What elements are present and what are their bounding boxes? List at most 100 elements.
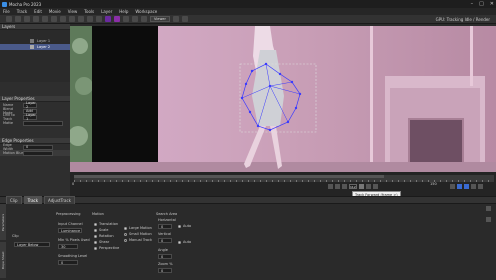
key-delete-icon[interactable] xyxy=(471,184,476,189)
smoothing-field[interactable]: 0 xyxy=(58,260,78,265)
parameters-tabbar: Clip Track AdjustTrack xyxy=(0,195,496,205)
stabilize-icon[interactable] xyxy=(172,16,179,22)
manual-track-label: Manual Track xyxy=(129,238,152,242)
vertical-field[interactable]: 0 xyxy=(158,238,172,243)
menu-bar: File Track Edit Movie View Tools Layer H… xyxy=(0,8,496,15)
panel-side-icons xyxy=(486,206,491,222)
visibility-icon[interactable] xyxy=(30,39,34,43)
horizontal-label: Horizontal xyxy=(158,218,176,222)
show-spline-icon[interactable] xyxy=(132,16,138,22)
key-loop-icon[interactable] xyxy=(478,184,483,189)
pan-tool-icon[interactable] xyxy=(15,16,21,22)
layers-list: Layer 1 Layer 2 xyxy=(0,30,70,82)
pin-icon[interactable] xyxy=(486,206,491,211)
pick-tool-icon[interactable] xyxy=(6,16,12,22)
rectangle-tool-icon[interactable] xyxy=(60,16,66,22)
motion-blur-field[interactable] xyxy=(23,150,53,156)
frame-out: 150 xyxy=(430,182,437,186)
track-forward-icon[interactable] xyxy=(359,184,364,189)
play-forward-icon[interactable] xyxy=(366,184,371,189)
key-add-icon[interactable] xyxy=(457,184,462,189)
show-layer-icon[interactable] xyxy=(123,16,129,22)
viewer-canvas[interactable] xyxy=(70,26,496,172)
menu-tools[interactable]: Tools xyxy=(84,9,94,14)
view-mode-dropdown[interactable]: Viewer xyxy=(150,16,170,22)
app-icon xyxy=(2,1,7,7)
horizontal-auto-label: Auto xyxy=(183,224,192,228)
menu-help[interactable]: Help xyxy=(119,9,128,14)
track-backward-icon[interactable] xyxy=(328,184,333,189)
close-icon[interactable]: ✕ xyxy=(490,1,494,7)
ellipse-tool-icon[interactable] xyxy=(69,16,75,22)
window-title: Mocha Pro 2023 xyxy=(9,1,42,7)
zoom-label: Zoom % xyxy=(158,262,173,266)
layer-row-selected[interactable]: Layer 2 xyxy=(0,44,70,50)
small-motion-radio[interactable] xyxy=(124,233,127,236)
key-prev-icon[interactable] xyxy=(450,184,455,189)
side-tab-dope-sheet[interactable]: Dope Sheet xyxy=(0,242,6,278)
key-next-icon[interactable] xyxy=(464,184,469,189)
rotation-label: Rotation xyxy=(99,234,114,238)
preprocessing-title: Preprocessing xyxy=(56,212,81,216)
horizontal-auto-checkbox[interactable] xyxy=(178,225,181,228)
scale-checkbox[interactable] xyxy=(94,229,97,232)
small-motion-label: Small Motion xyxy=(129,232,152,236)
angle-field[interactable]: 0 xyxy=(158,254,172,259)
menu-view[interactable]: View xyxy=(68,9,78,14)
overlay-icon[interactable] xyxy=(181,16,188,22)
horizontal-field[interactable]: 0 xyxy=(158,224,172,229)
shear-checkbox[interactable] xyxy=(94,241,97,244)
menu-track[interactable]: Track xyxy=(17,9,27,14)
play-back-icon[interactable] xyxy=(342,184,347,189)
track-parameters-panel: Parameters Dope Sheet Clip Layer Below P… xyxy=(0,204,496,280)
clip-dropdown[interactable]: Layer Below xyxy=(14,242,50,247)
magnetic-tool-icon[interactable] xyxy=(78,16,84,22)
x-spline-icon[interactable] xyxy=(42,16,48,22)
rotation-checkbox[interactable] xyxy=(94,235,97,238)
zoom-field[interactable]: 0 xyxy=(158,268,172,273)
shear-label: Shear xyxy=(99,240,110,244)
grid-icon[interactable] xyxy=(141,16,147,22)
visibility-icon[interactable] xyxy=(30,45,34,49)
freehand-tool-icon[interactable] xyxy=(87,16,93,22)
min-pixels-field[interactable]: 30 xyxy=(58,244,78,249)
step-back-icon[interactable] xyxy=(335,184,340,189)
minimize-icon[interactable]: – xyxy=(471,1,474,7)
timeline: 0 150 112 Track Forward (frame >) xyxy=(70,172,496,199)
menu-edit[interactable]: Edit xyxy=(34,9,42,14)
current-frame-field[interactable]: 112 xyxy=(349,184,357,189)
transform-tool-icon[interactable] xyxy=(96,16,102,22)
menu-workspace[interactable]: Workspace xyxy=(135,9,157,14)
step-forward-icon[interactable] xyxy=(373,184,378,189)
vertical-auto-checkbox[interactable] xyxy=(178,241,181,244)
menu-layer[interactable]: Layer xyxy=(101,9,112,14)
perspective-checkbox[interactable] xyxy=(94,247,97,250)
layer-name: Layer 1 xyxy=(37,39,51,43)
motion-title: Motion xyxy=(92,212,104,216)
min-pixels-label: Min % Pixels Used xyxy=(58,238,90,242)
input-channel-dropdown[interactable]: Luminance xyxy=(58,228,82,233)
large-motion-radio[interactable] xyxy=(124,227,127,230)
zoom-tool-icon[interactable] xyxy=(24,16,30,22)
manual-track-radio[interactable] xyxy=(124,239,127,242)
viewer-image xyxy=(70,26,496,172)
track-matte-icon[interactable] xyxy=(114,16,120,22)
input-channel-label: Input Channel xyxy=(58,222,83,226)
maximize-icon[interactable]: □ xyxy=(479,1,484,7)
add-point-icon[interactable] xyxy=(33,16,39,22)
clip-section-label: Clip xyxy=(12,234,19,238)
menu-file[interactable]: File xyxy=(3,9,10,14)
surface-tool-icon[interactable] xyxy=(105,16,111,22)
title-bar: Mocha Pro 2023 – □ ✕ xyxy=(0,0,496,8)
edge-width-slider[interactable]: 0 xyxy=(23,144,53,150)
side-tab-parameters[interactable]: Parameters xyxy=(0,204,6,240)
translation-checkbox[interactable] xyxy=(94,223,97,226)
settings-icon[interactable] xyxy=(486,217,491,222)
bezier-spline-icon[interactable] xyxy=(51,16,57,22)
timeline-scrubber[interactable] xyxy=(74,175,494,182)
menu-movie[interactable]: Movie xyxy=(49,9,61,14)
matte-dropdown[interactable] xyxy=(23,120,63,126)
smoothing-label: Smoothing Level xyxy=(58,254,88,258)
link-track-dropdown[interactable]: Layer 1 xyxy=(23,113,37,121)
layer-name-field[interactable]: Layer 2 xyxy=(23,101,37,109)
